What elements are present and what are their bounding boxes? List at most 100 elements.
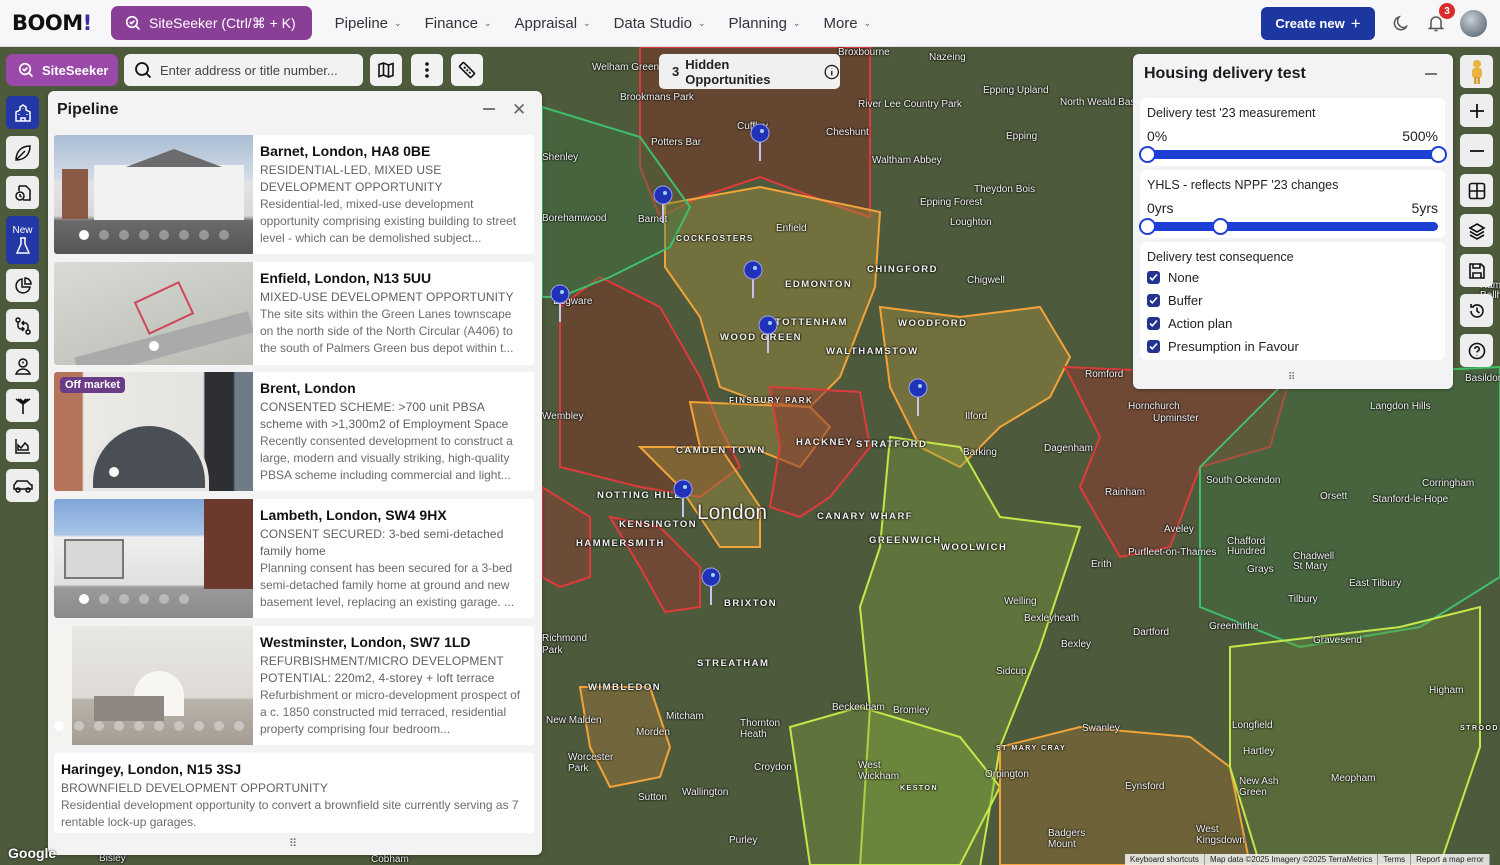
flask-icon (15, 237, 30, 254)
opportunity-pin[interactable] (701, 567, 721, 607)
property-photo[interactable] (54, 626, 253, 745)
nav-planning[interactable]: Planning ⌄ (729, 15, 801, 32)
rail-infrastructure-button[interactable] (6, 389, 39, 422)
image-carousel-dots[interactable] (54, 721, 244, 731)
grid-button[interactable] (1460, 174, 1493, 207)
yhls-range-slider[interactable] (1139, 218, 1438, 235)
resize-grip-icon[interactable]: ⠿ (1288, 372, 1295, 383)
rail-compare-button[interactable] (6, 309, 39, 342)
rail-documents-button[interactable] (6, 176, 39, 209)
consequence-option-none[interactable]: None (1147, 270, 1199, 285)
report-map-error-link[interactable]: Report a map error (1411, 854, 1490, 865)
info-icon[interactable] (824, 64, 840, 80)
rail-analytics-button[interactable] (6, 269, 39, 302)
card-title: Lambeth, London, SW4 9HX (260, 507, 447, 523)
map-label: TOTTENHAM (775, 317, 848, 328)
opportunity-pin[interactable] (743, 260, 763, 300)
card-subtitle: RESIDENTIAL-LED, MIXED USE DEVELOPMENT O… (260, 163, 443, 194)
map-view-button[interactable] (370, 54, 402, 86)
rail-environment-button[interactable] (6, 136, 39, 169)
siteseeker-button[interactable]: SiteSeeker (Ctrl/⌘ + K) (111, 6, 312, 40)
opportunity-pin[interactable] (653, 185, 673, 225)
card-description: Recently consented development to constr… (260, 434, 513, 482)
more-options-button[interactable] (411, 54, 443, 86)
pipeline-card[interactable]: Enfield, London, N13 5UU MIXED-USE DEVEL… (54, 262, 534, 365)
rail-market-data-button[interactable] (6, 429, 39, 462)
history-button[interactable] (1460, 294, 1493, 327)
map-label: West Wickham (858, 760, 900, 782)
property-photo[interactable]: Off market (54, 372, 253, 491)
address-search-input[interactable] (160, 62, 350, 78)
map-label: Hartley (1243, 746, 1275, 757)
pipeline-card[interactable]: Off market Brent, London CONSENTED SCHEM… (54, 372, 534, 491)
measure-button[interactable] (451, 54, 483, 86)
nav-finance[interactable]: Finance ⌄ (425, 15, 492, 32)
opportunity-pin[interactable] (550, 284, 570, 324)
checkbox-checked[interactable] (1147, 294, 1160, 307)
checkbox-checked[interactable] (1147, 340, 1160, 353)
nav-data-studio[interactable]: Data Studio ⌄ (614, 15, 706, 32)
map-label: Potters Bar (651, 137, 702, 148)
opportunity-pin[interactable] (673, 479, 693, 519)
zoom-in-button[interactable] (1460, 94, 1493, 127)
slider-min-handle[interactable] (1139, 146, 1156, 163)
image-carousel-dots[interactable] (79, 230, 229, 240)
save-button[interactable] (1460, 254, 1493, 287)
check-icon (1149, 296, 1158, 304)
boom-logo[interactable]: BOOM! (12, 11, 102, 35)
rail-transport-button[interactable] (6, 469, 39, 502)
map-label: Nazeing (929, 52, 966, 63)
slider-max-handle[interactable] (1430, 146, 1447, 163)
property-site-plan[interactable] (54, 262, 253, 365)
consequence-option-buffer[interactable]: Buffer (1147, 293, 1202, 308)
opportunity-pin[interactable] (750, 123, 770, 163)
nav-pipeline[interactable]: Pipeline ⌄ (335, 15, 402, 32)
opportunity-pin[interactable] (908, 378, 928, 418)
consequence-option-presumption[interactable]: Presumption in Favour (1147, 339, 1299, 354)
property-photo[interactable] (54, 499, 253, 618)
nav-more[interactable]: More ⌄ (823, 15, 871, 32)
street-view-pegman[interactable] (1460, 55, 1493, 88)
pipeline-card[interactable]: Barnet, London, HA8 0BE RESIDENTIAL-LED,… (54, 135, 534, 254)
user-avatar[interactable] (1460, 10, 1487, 37)
minimize-icon[interactable] (483, 108, 495, 110)
measurement-range-slider[interactable] (1139, 146, 1447, 163)
pipeline-card[interactable]: Haringey, London, N15 3SJ BROWNFIELD DEV… (54, 753, 534, 833)
nav-appraisal[interactable]: Appraisal ⌄ (515, 15, 591, 32)
rail-lab-button[interactable]: New (6, 216, 39, 264)
history-icon (1469, 303, 1484, 318)
property-photo[interactable] (54, 135, 253, 254)
slider-min-handle[interactable] (1139, 218, 1156, 235)
opportunity-pin[interactable] (758, 315, 778, 355)
map-label: London (697, 501, 768, 524)
minimize-icon[interactable] (1425, 73, 1437, 75)
pipeline-card[interactable]: Westminster, London, SW7 1LD REFURBISHME… (54, 626, 534, 745)
consequence-option-action-plan[interactable]: Action plan (1147, 316, 1232, 331)
area-chart-icon (14, 438, 30, 454)
hidden-opportunities-banner[interactable]: 3 Hidden Opportunities (659, 54, 840, 89)
resize-grip-icon[interactable]: ⠿ (289, 837, 297, 850)
siteseeker-chip[interactable]: SiteSeeker (6, 54, 118, 86)
nav-label: Appraisal (514, 14, 578, 32)
map-label: Cobham (371, 854, 409, 865)
checkbox-checked[interactable] (1147, 271, 1160, 284)
close-icon[interactable]: ✕ (512, 100, 526, 120)
layers-button[interactable] (1460, 214, 1493, 247)
help-button[interactable] (1460, 334, 1493, 367)
pipeline-card[interactable]: Lambeth, London, SW4 9HX CONSENT SECURED… (54, 499, 534, 618)
image-carousel-dots[interactable] (149, 341, 159, 351)
keyboard-shortcuts-link[interactable]: Keyboard shortcuts (1125, 854, 1205, 865)
image-carousel-dots[interactable] (109, 467, 119, 477)
rail-pipeline-button[interactable] (6, 96, 39, 129)
rail-owners-button[interactable] (6, 349, 39, 382)
dark-mode-moon-icon[interactable] (1391, 13, 1411, 33)
map-label: Upminster (1153, 413, 1199, 424)
terms-link[interactable]: Terms (1378, 854, 1412, 865)
address-search-box[interactable] (124, 54, 363, 86)
create-new-button[interactable]: Create new + (1261, 7, 1375, 40)
image-carousel-dots[interactable] (79, 594, 189, 604)
zoom-out-button[interactable] (1460, 134, 1493, 167)
checkbox-checked[interactable] (1147, 317, 1160, 330)
map-label: Wembley (542, 411, 584, 422)
slider-max-handle[interactable] (1211, 218, 1229, 235)
